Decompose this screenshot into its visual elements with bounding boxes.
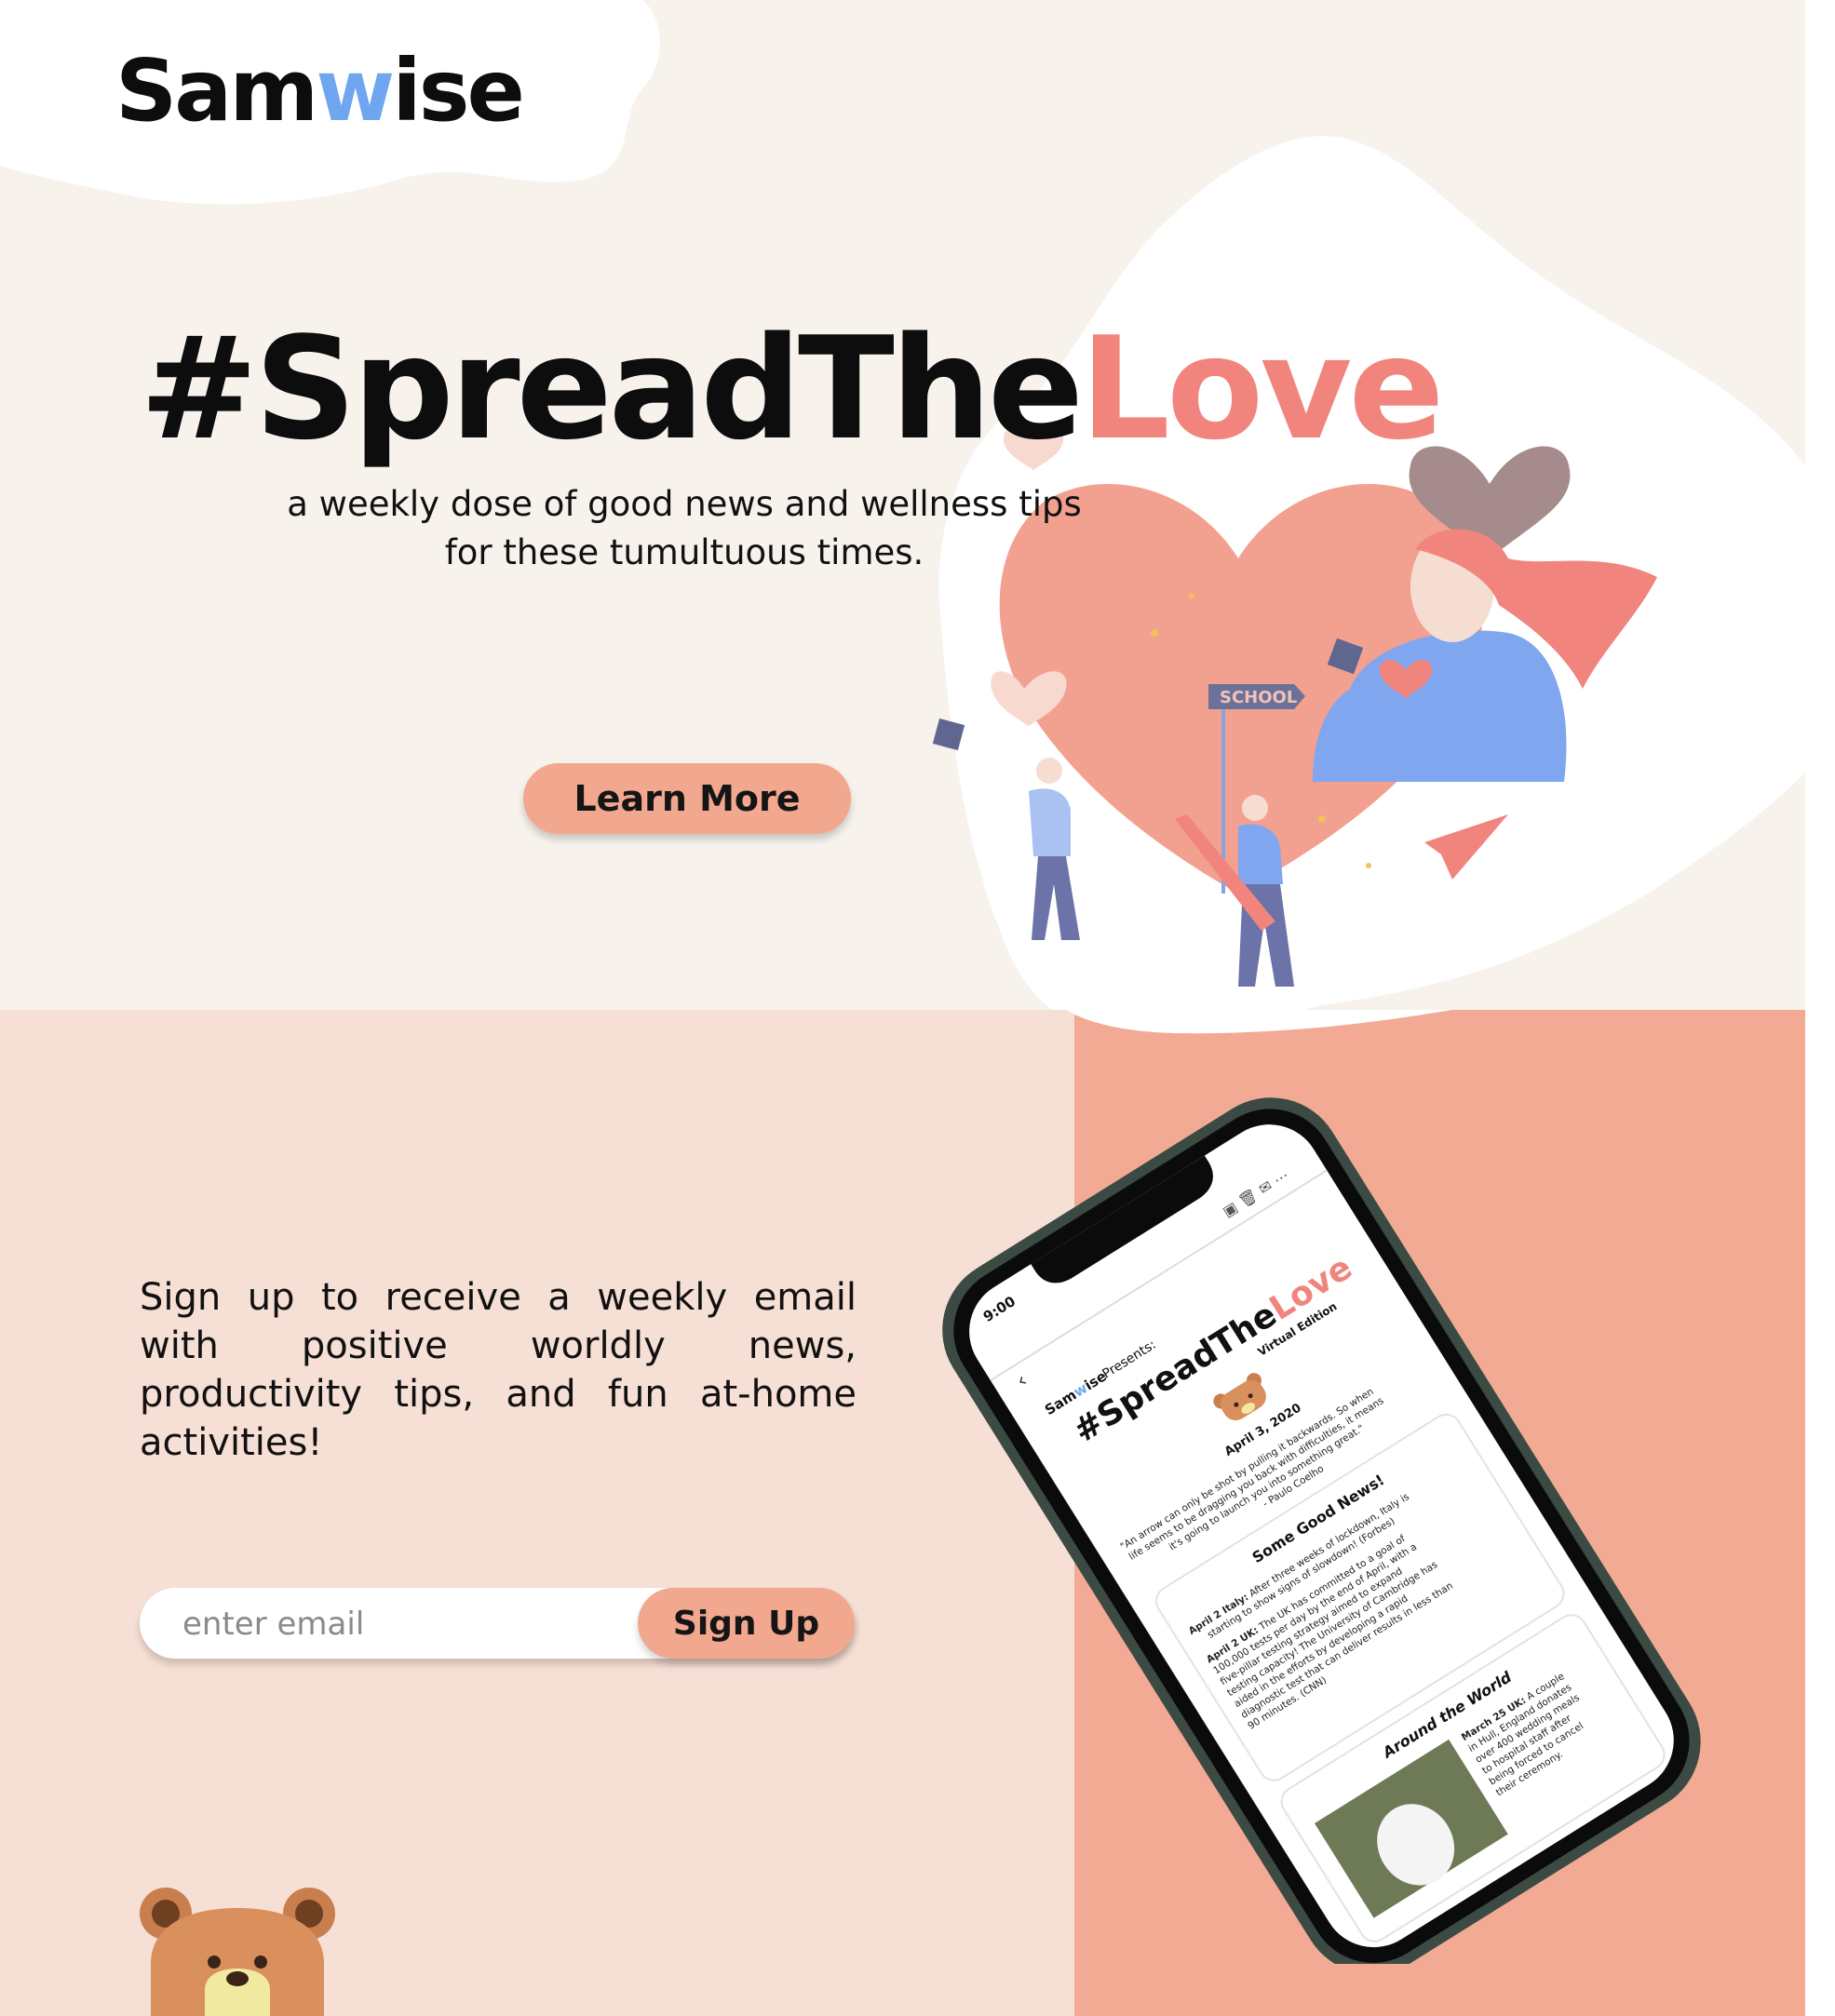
hero-tagline: a weekly dose of good news and wellness … — [223, 480, 1145, 577]
tagline-line-1: a weekly dose of good news and wellness … — [287, 484, 1082, 524]
headline-main: #SpreadThe — [140, 306, 1084, 471]
phone-mockup: 9:00 ‹ ▣ 🗑 ✉ ⋯ Samwise Presents: #Spread… — [942, 1097, 1701, 1964]
right-page-margin — [1805, 0, 1835, 2016]
tagline-line-2: for these tumultuous times. — [444, 532, 924, 572]
email-input[interactable] — [181, 1588, 575, 1660]
signup-section — [0, 1010, 1074, 2016]
headline-accent: Love — [1080, 306, 1444, 471]
bear-mascot — [140, 1888, 335, 2016]
hero-headline: #SpreadTheLove — [140, 318, 1445, 460]
logo-suffix: ise — [392, 41, 525, 141]
hero-section: SCHOOL Samwise #SpreadTheLove a weekly d… — [0, 0, 1805, 1010]
learn-more-button[interactable]: Learn More — [523, 763, 851, 834]
sign-text: SCHOOL — [1220, 688, 1297, 707]
signup-description: Sign up to receive a weekly email with p… — [140, 1276, 857, 1464]
brand-logo[interactable]: Samwise — [115, 48, 525, 134]
logo-prefix: Sam — [115, 41, 318, 141]
logo-accent-letter: w — [316, 41, 395, 141]
email-signup-form: Sign Up — [140, 1588, 855, 1660]
hero-blob-bottom — [1066, 1010, 1452, 1034]
sign-up-button[interactable]: Sign Up — [638, 1588, 855, 1659]
